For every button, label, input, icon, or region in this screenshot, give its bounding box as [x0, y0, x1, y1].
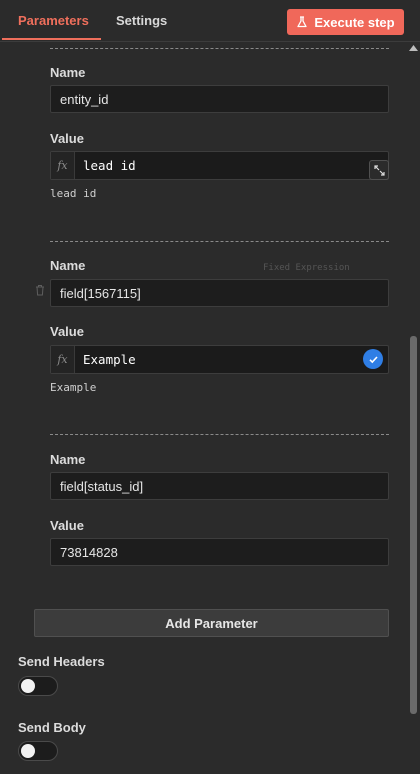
parameter-value-label: Value	[50, 131, 84, 146]
parameter-value-label: Value	[50, 518, 84, 533]
parameter-type-hint: Fixed Expression	[263, 263, 350, 273]
open-expression-editor-button[interactable]	[369, 160, 389, 180]
flask-icon	[297, 16, 308, 28]
fx-icon: fx	[51, 152, 75, 179]
send-headers-toggle[interactable]	[18, 676, 58, 696]
expression-result: lead id	[50, 187, 97, 200]
tab-settings[interactable]: Settings	[116, 13, 167, 28]
expression-result: Example	[50, 381, 97, 394]
send-body-toggle[interactable]	[18, 741, 58, 761]
parameters-panel: Name entity_id Value fx lead id lead id …	[0, 42, 420, 774]
toggle-knob	[21, 744, 35, 758]
toggle-knob	[21, 679, 35, 693]
expand-icon	[373, 164, 385, 176]
expression-value: lead id	[83, 158, 136, 173]
trash-icon[interactable]	[34, 284, 46, 296]
parameter-divider	[50, 48, 389, 49]
parameter-value-input[interactable]: 73814828	[50, 538, 389, 566]
add-parameter-button[interactable]: Add Parameter	[34, 609, 389, 637]
scrollbar-thumb[interactable]	[410, 336, 417, 714]
parameter-value-label: Value	[50, 324, 84, 339]
scroll-up-arrow-icon[interactable]	[409, 45, 418, 51]
node-header: Parameters Settings Execute step	[0, 0, 420, 42]
parameter-name-input[interactable]: field[1567115]	[50, 279, 389, 307]
parameter-name-input[interactable]: field[status_id]	[50, 472, 389, 500]
parameter-name-label: Name	[50, 65, 86, 80]
tab-parameters[interactable]: Parameters	[18, 13, 89, 28]
active-tab-indicator	[2, 38, 101, 40]
parameter-name-input[interactable]: entity_id	[50, 85, 389, 113]
parameter-name-label: Name	[50, 258, 86, 273]
parameter-divider	[50, 434, 389, 435]
send-headers-label: Send Headers	[18, 654, 105, 669]
fx-icon: fx	[51, 346, 75, 373]
send-body-label: Send Body	[18, 720, 86, 735]
execute-step-button[interactable]: Execute step	[287, 9, 404, 35]
parameter-name-label: Name	[50, 452, 86, 467]
parameter-value-expression[interactable]: fx lead id	[50, 151, 389, 180]
execute-step-label: Execute step	[314, 14, 395, 30]
expression-value: Example	[83, 352, 136, 367]
parameter-divider	[50, 241, 389, 242]
check-icon	[363, 349, 383, 369]
parameter-value-expression[interactable]: fx Example	[50, 345, 389, 374]
